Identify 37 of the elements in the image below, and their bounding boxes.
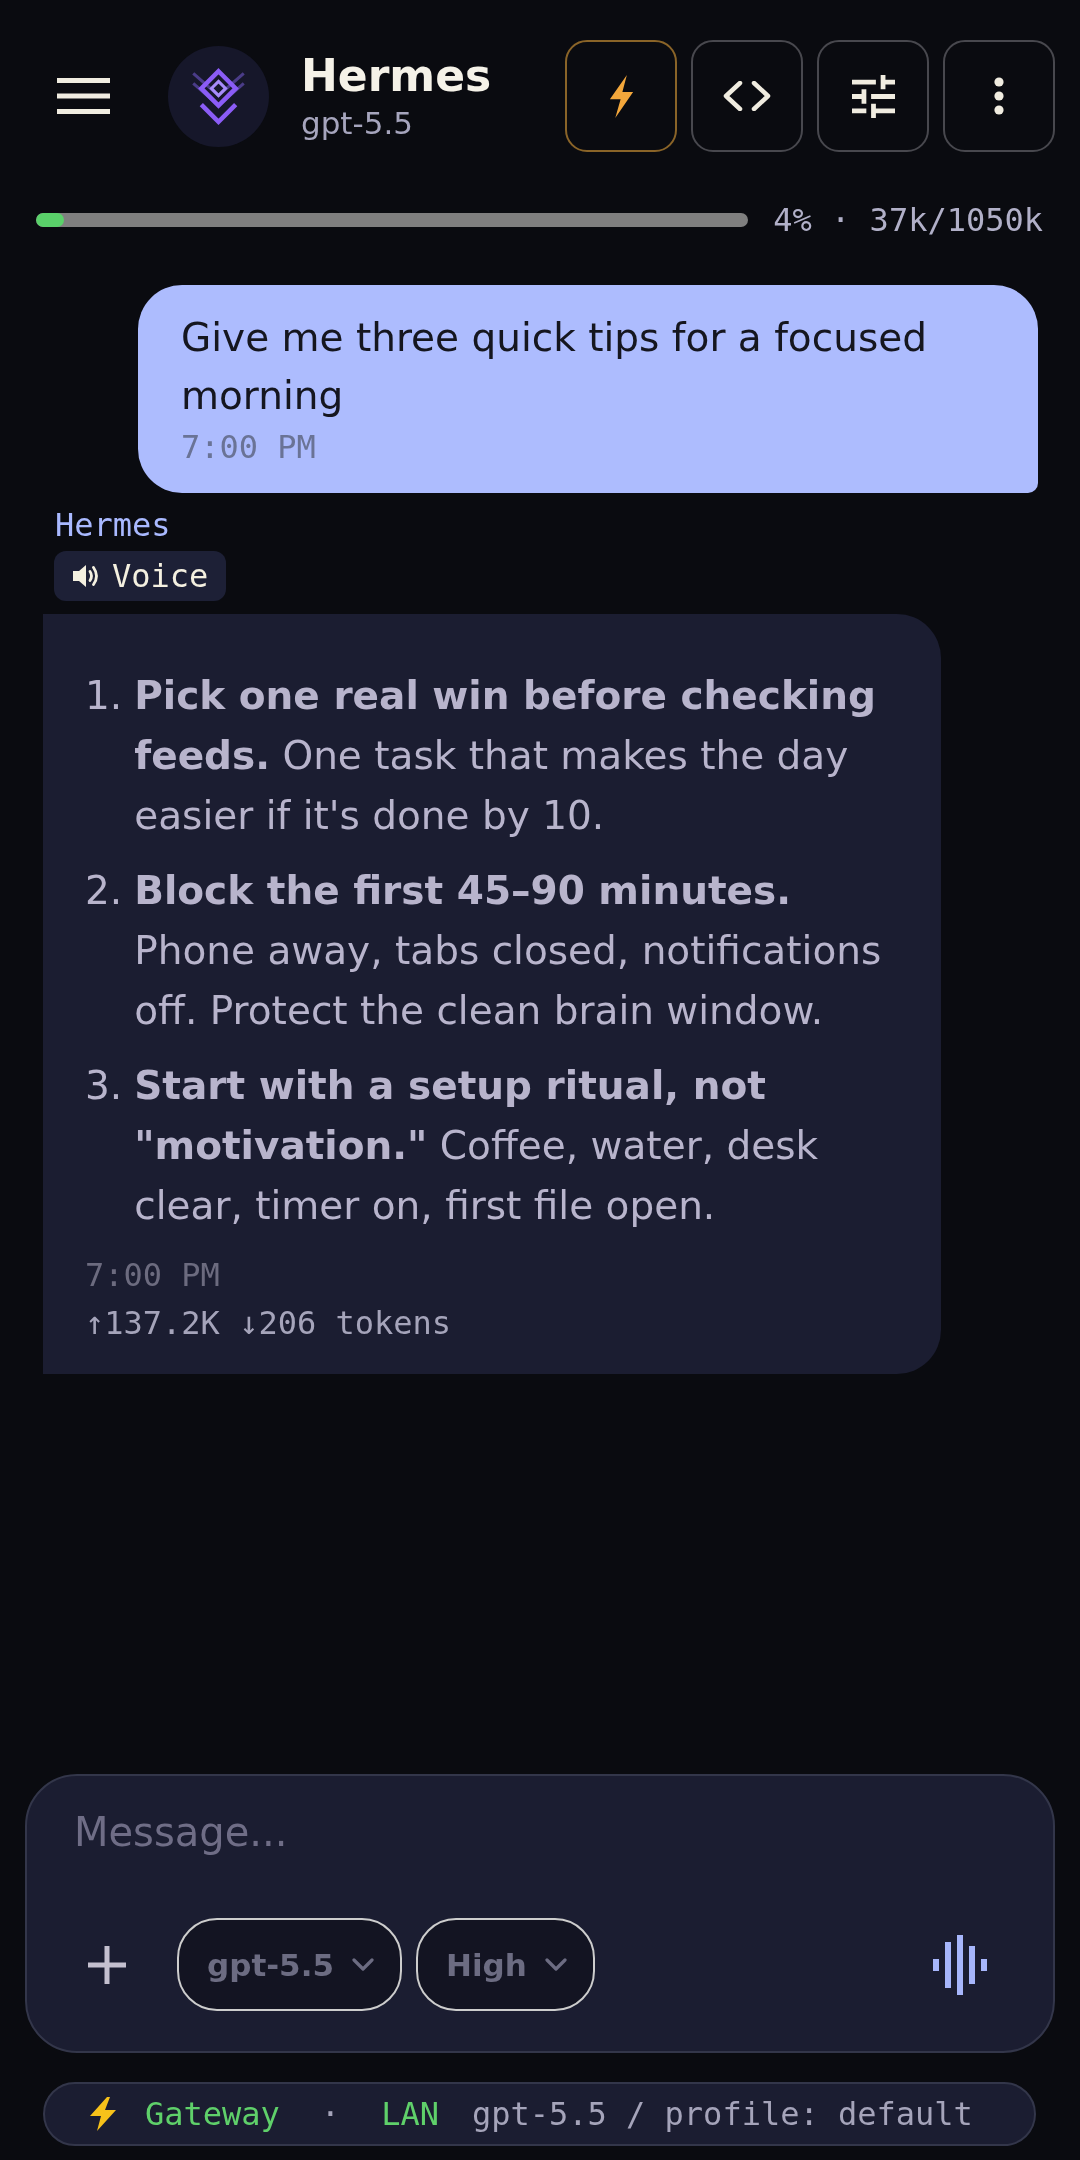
list-item-text: Pick one real win before checking feeds. One task that makes the day easier if it's done by 10. xyxy=(134,672,877,840)
separator-dot: · xyxy=(320,2095,341,2133)
more-vertical-icon xyxy=(994,77,1004,115)
settings-button[interactable] xyxy=(817,40,929,152)
list-item-text: Start with a setup ritual, not "motivation." Coffee, water, desk clear, timer on, first file open. xyxy=(134,1062,820,1230)
diamond-logo-icon xyxy=(168,45,269,147)
speaker-icon xyxy=(72,563,100,589)
agent-name: Hermes xyxy=(301,49,492,103)
menu-icon[interactable] xyxy=(57,78,110,114)
profile-info: gpt-5.5 / profile: default xyxy=(471,2095,973,2133)
chevron-down-icon xyxy=(544,1958,567,1971)
gateway-status: Gateway xyxy=(145,2095,280,2133)
lightning-icon xyxy=(88,2097,118,2131)
list-number: 1. xyxy=(85,672,123,720)
voice-wave-icon[interactable] xyxy=(933,1934,987,1995)
token-usage: ↑137.2K ↓206 tokens xyxy=(85,1303,453,1344)
chevron-down-icon xyxy=(352,1958,374,1971)
effort-dropdown[interactable]: High xyxy=(416,1918,595,2011)
plus-icon[interactable] xyxy=(86,1943,128,1986)
voice-button[interactable]: Voice xyxy=(54,551,227,601)
sender-name: Hermes xyxy=(55,505,171,545)
network-label: LAN xyxy=(381,2095,439,2133)
message-input[interactable]: Message... xyxy=(74,1802,987,1862)
message-text: Give me three quick tips for a focused morning xyxy=(181,314,928,420)
model-dropdown[interactable]: gpt-5.5 xyxy=(177,1918,402,2011)
context-usage-label: 4% · 37k/1050k xyxy=(773,201,1043,239)
list-item-text: Block the first 45–90 minutes. Phone away, tabs closed, notifications off. Protect the clean brain window. xyxy=(134,867,883,1035)
lightning-icon xyxy=(608,74,634,118)
message-time: 7:00 PM xyxy=(181,427,317,468)
model-name: gpt-5.5 xyxy=(301,104,414,143)
list-number: 3. xyxy=(85,1062,123,1110)
list-number: 2. xyxy=(85,867,123,915)
sliders-icon xyxy=(851,74,895,118)
code-icon xyxy=(723,81,771,111)
lightning-button[interactable] xyxy=(565,40,677,152)
code-button[interactable] xyxy=(691,40,803,152)
message-time: 7:00 PM xyxy=(85,1255,221,1296)
